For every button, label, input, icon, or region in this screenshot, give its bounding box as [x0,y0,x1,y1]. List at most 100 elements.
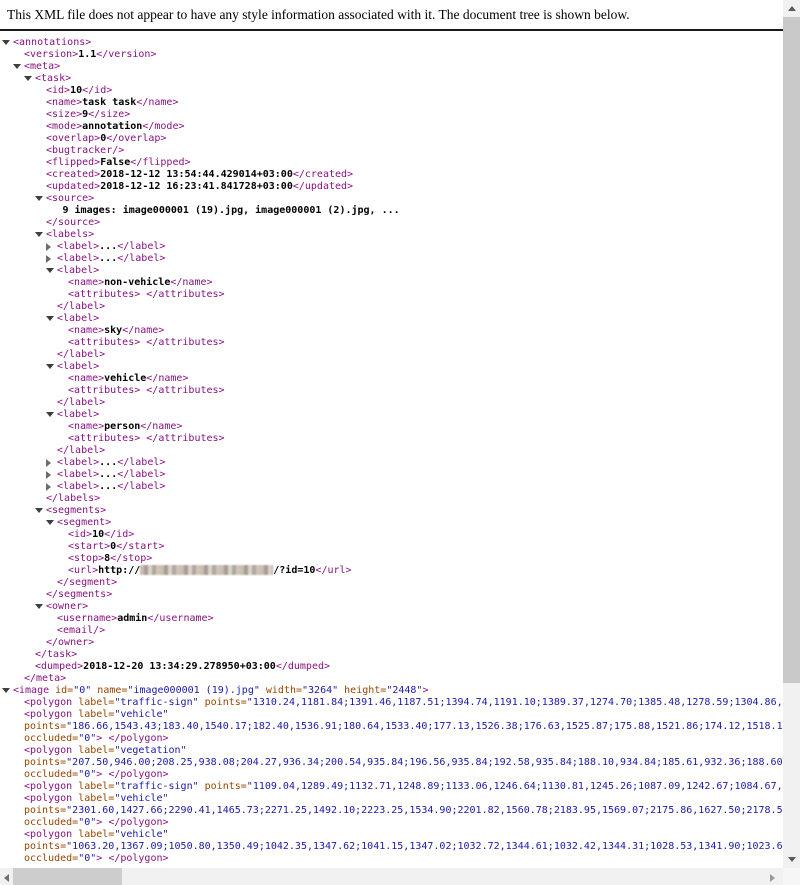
xml-line: <polygon label="traffic-sign" points="11… [0,781,783,793]
collapse-arrow-icon[interactable] [35,196,43,201]
xml-line: points="1063.20,1367.09;1050.80,1350.49;… [0,841,783,853]
text-token: vehicle [104,373,146,384]
collapse-arrow-icon[interactable] [46,520,54,525]
collapse-arrow-icon[interactable] [2,688,10,693]
attr-value-token: "image000001 (19).jpg" [127,685,259,696]
xml-line: <username>admin</username> [0,613,783,625]
attr-name-token: height= [338,685,386,696]
tag-token: </meta> [24,673,66,684]
attr-value-token: "207.50,946.00;208.25,938.08;204.27,936.… [66,757,783,768]
expand-arrow-icon[interactable] [46,483,51,491]
text-token: task task [82,97,136,108]
text-token: non-vehicle [104,277,170,288]
tag-token: </stop> [110,553,152,564]
expand-arrow-icon[interactable] [46,471,51,479]
tag-token: <image [13,685,49,696]
xml-line: <polygon label="vehicle" [0,829,783,841]
collapse-arrow-icon[interactable] [24,76,32,81]
tag-token: <owner> [46,601,88,612]
collapse-arrow-icon[interactable] [13,64,21,69]
tag-token: </label> [117,481,165,492]
xml-line: <meta> [0,61,783,73]
scroll-down-arrow-icon[interactable] [788,857,796,862]
expand-arrow-icon[interactable] [46,243,51,251]
xml-line: </meta> [0,673,783,685]
attr-name-token: id= [49,685,73,696]
vertical-scrollbar-thumb[interactable] [783,17,800,683]
attr-name-token: points= [24,841,66,852]
xml-line: <attributes> </attributes> [0,289,783,301]
tag-token: <label> [57,469,99,480]
xml-line: <polygon label="vehicle" [0,793,783,805]
tag-token: <label> [57,313,99,324]
collapse-arrow-icon[interactable] [46,412,54,417]
tag-token: <attributes> [68,385,140,396]
text-token: 10 [92,529,104,540]
vertical-scrollbar[interactable] [783,0,800,868]
tag-token: <label> [57,361,99,372]
xml-line: <source> [0,193,783,205]
tag-token: <polygon [24,781,72,792]
tag-token: <name> [46,97,82,108]
tag-token: <id> [68,529,92,540]
tag-token: > [422,685,428,696]
tag-token: </label> [117,469,165,480]
tag-token: </id> [82,85,112,96]
attr-value-token: "0" [78,769,96,780]
attr-value-token: "1310.24,1181.84;1391.46,1187.51;1394.74… [247,697,783,708]
scroll-up-arrow-icon[interactable] [788,6,796,11]
xml-line: <start>0</start> [0,541,783,553]
tag-token: <label> [57,253,99,264]
tag-token: </start> [116,541,164,552]
text-token: sky [104,325,122,336]
redacted-url-blur [140,565,273,575]
text-token: admin [117,613,147,624]
text-token: ... [99,241,117,252]
attr-name-token: label= [72,829,114,840]
xml-line: <overlap>0</overlap> [0,133,783,145]
collapse-arrow-icon[interactable] [46,364,54,369]
tag-token: <task> [35,73,71,84]
tag-token: </label> [57,301,105,312]
tag-token: <dumped> [35,661,83,672]
tag-token: </attributes> [146,385,224,396]
attr-value-token: "0" [78,853,96,864]
tag-token: <size> [46,109,82,120]
xml-line: <size>9</size> [0,109,783,121]
tag-token: </label> [57,349,105,360]
scroll-right-arrow-icon[interactable] [770,874,775,882]
collapse-arrow-icon[interactable] [35,232,43,237]
collapse-arrow-icon[interactable] [2,40,10,45]
tag-token: </segment> [57,577,117,588]
attr-value-token: "traffic-sign" [114,697,198,708]
xml-line: occluded="0"> </polygon> [0,853,783,865]
horizontal-scrollbar-thumb[interactable] [13,868,122,885]
attr-value-token: "vehicle" [114,709,168,720]
text-token: False [100,157,130,168]
xml-line: </labels> [0,493,783,505]
tag-token: </segments> [46,589,112,600]
xml-line: <label> [0,361,783,373]
scroll-left-arrow-icon[interactable] [4,874,9,882]
xml-line: </segments> [0,589,783,601]
expand-arrow-icon[interactable] [46,255,51,263]
tag-token: <bugtracker/> [46,145,124,156]
tag-token: <polygon [24,745,72,756]
collapse-arrow-icon[interactable] [35,604,43,609]
xml-line: <name>non-vehicle</name> [0,277,783,289]
xml-line: </segment> [0,577,783,589]
expand-arrow-icon[interactable] [46,459,51,467]
tag-token: <polygon [24,709,72,720]
collapse-arrow-icon[interactable] [46,268,54,273]
xml-viewer-page: This XML file does not appear to have an… [0,0,800,885]
horizontal-scrollbar[interactable] [0,868,783,885]
collapse-arrow-icon[interactable] [46,316,54,321]
xml-line: <label>...</label> [0,481,783,493]
tag-token: <url> [68,565,98,576]
attr-value-token: "186.66,1543.43;183.40,1540.17;182.40,15… [66,721,783,732]
tag-token: </size> [88,109,130,120]
collapse-arrow-icon[interactable] [35,508,43,513]
tag-token: </overlap> [106,133,166,144]
tag-token: <label> [57,265,99,276]
tag-token: </label> [117,241,165,252]
